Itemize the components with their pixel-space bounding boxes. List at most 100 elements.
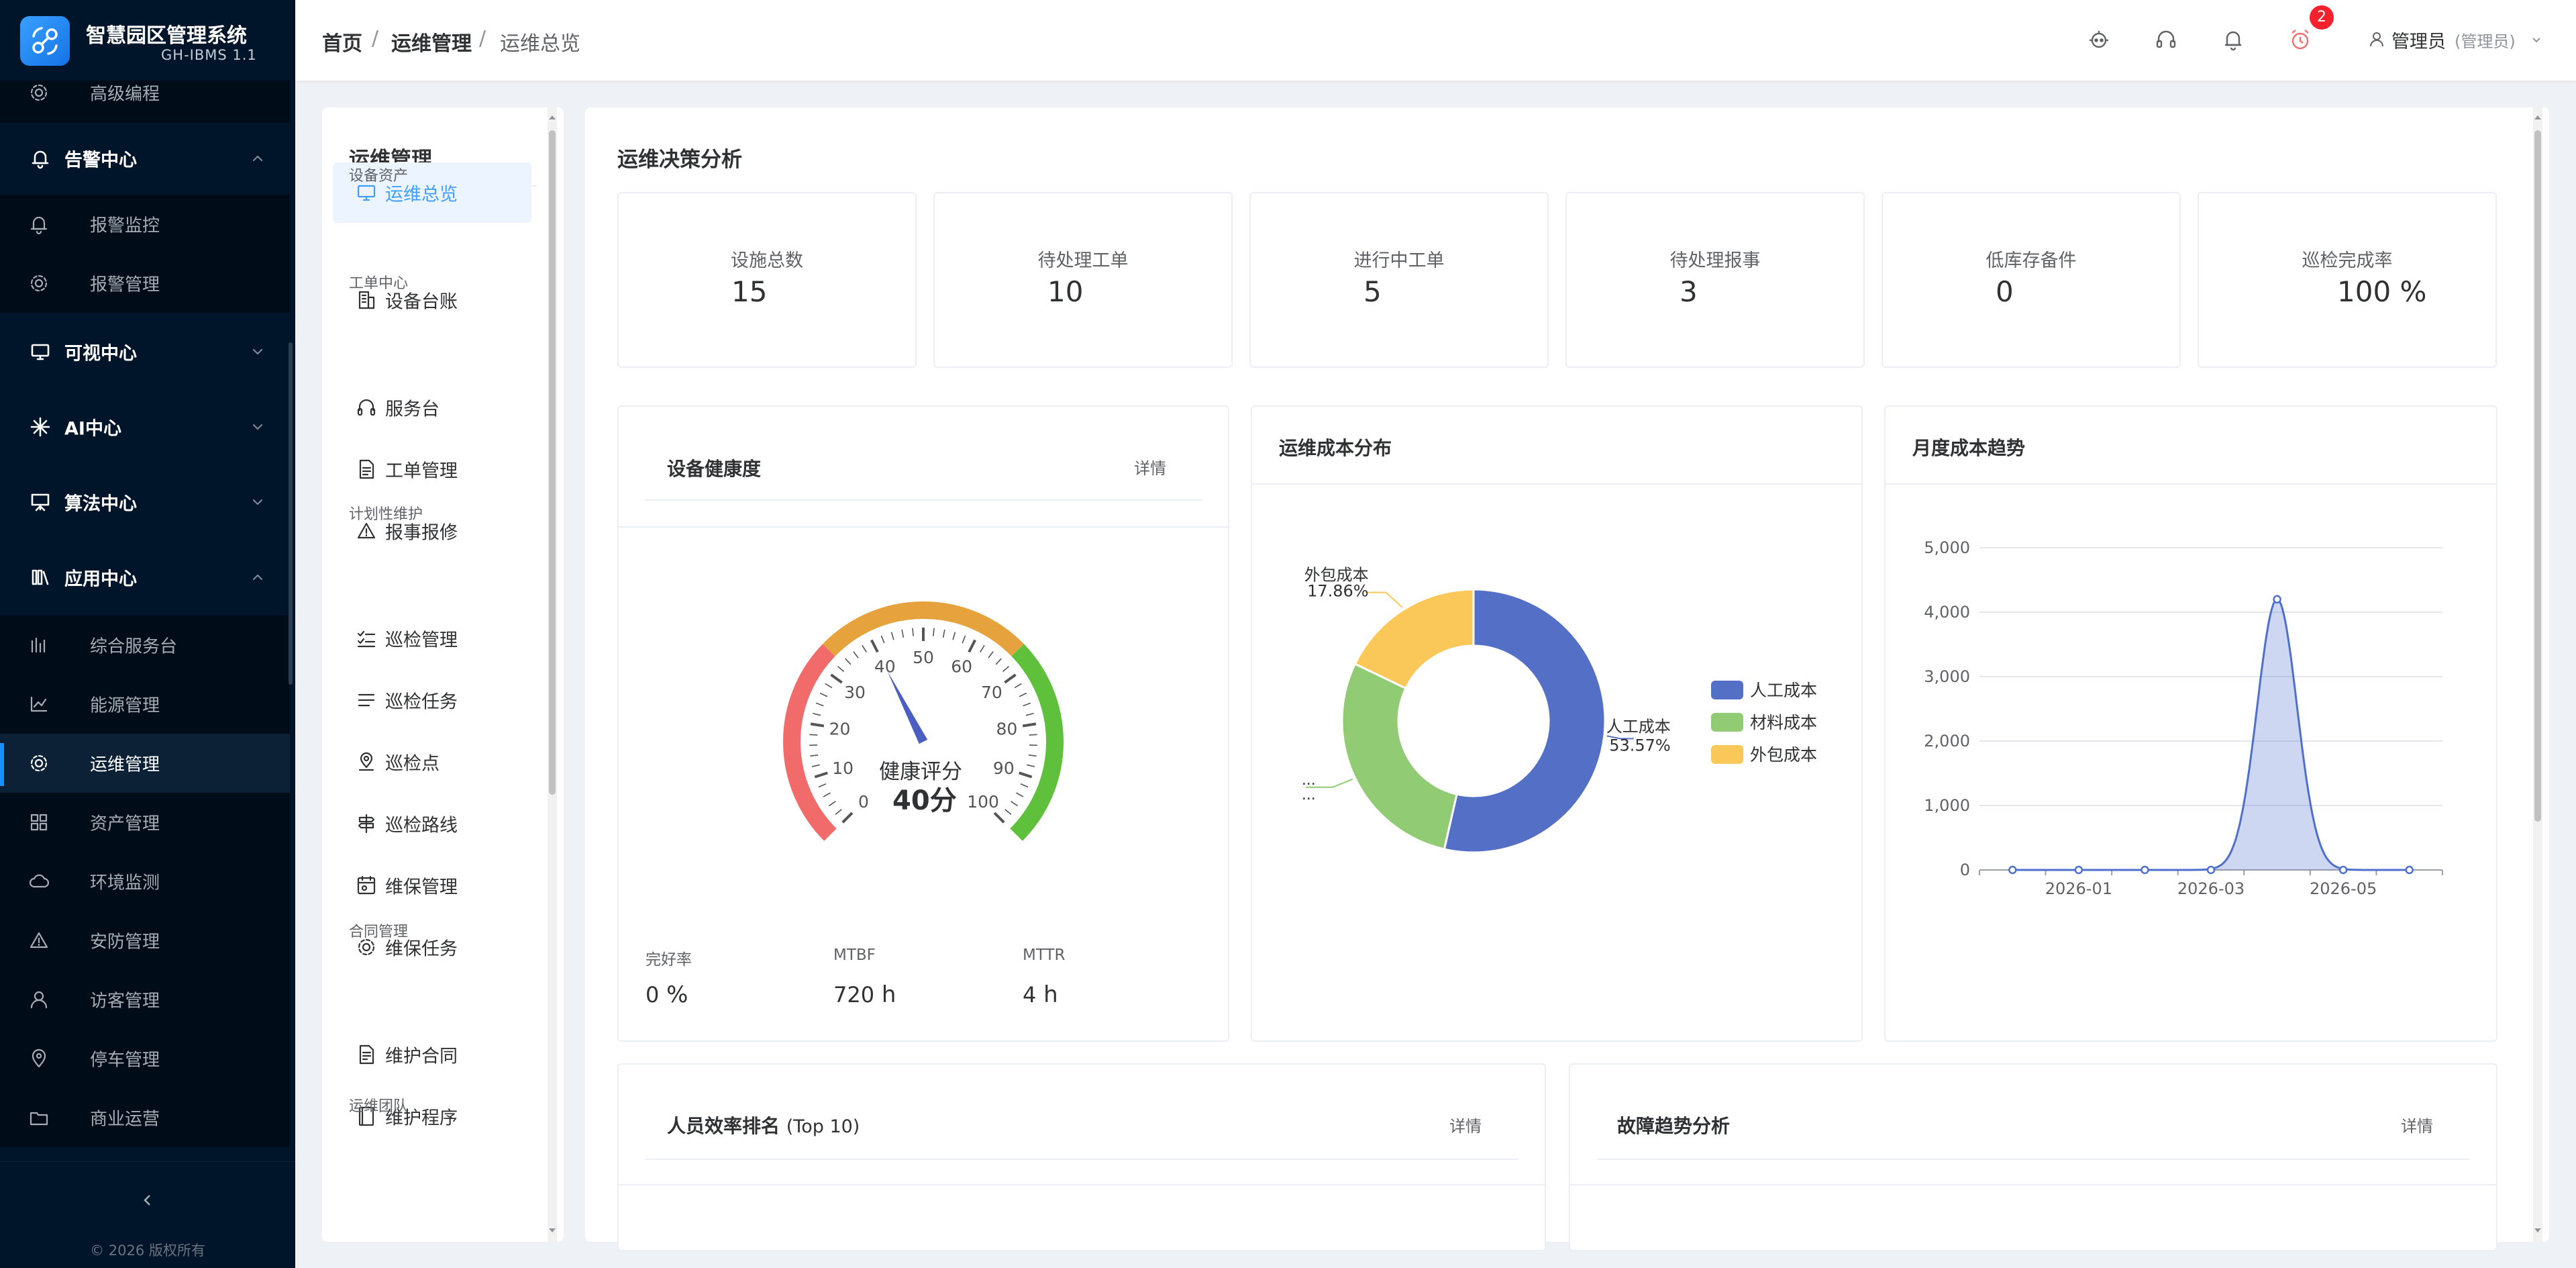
main-scrollbar[interactable] [2533, 107, 2542, 1242]
sidebar-header: 智慧园区管理系统 GH-IBMS 1.1 [0, 0, 295, 81]
donut-slice[interactable] [1353, 588, 1475, 690]
fault-detail-link[interactable]: 详情 [2401, 1113, 2433, 1136]
data-point[interactable] [2405, 865, 2414, 875]
active-indicator [0, 743, 4, 786]
data-point[interactable] [2008, 865, 2017, 875]
grid-icon [30, 814, 48, 831]
sidebar-group-item-1[interactable]: 告警中心 [0, 129, 290, 188]
legend-swatch[interactable] [1711, 681, 1743, 699]
chevron-down-icon [2532, 38, 2540, 43]
y-tick-label: 4,000 [1924, 603, 1970, 622]
ops-menu-item-label: 巡检路线 [385, 815, 458, 836]
scroll-up-arrow[interactable] [2532, 111, 2544, 124]
sidebar-item-item-13[interactable]: 安防管理 [0, 911, 290, 970]
gauge-tick [1029, 734, 1037, 736]
breadcrumb-home[interactable]: 首页 [322, 27, 362, 56]
ops-menu-item-3-0[interactable]: 巡检管理 [322, 608, 537, 669]
warning-icon [30, 932, 48, 948]
sidebar-group-item-5[interactable]: AI中心 [0, 397, 290, 456]
legend-swatch[interactable] [1711, 745, 1743, 764]
gauge-tick [1023, 702, 1031, 707]
sidebar-scrollbar[interactable] [289, 342, 293, 685]
ops-menu-item-3-3[interactable]: 巡检路线 [322, 793, 537, 854]
robot-icon[interactable] [2087, 28, 2111, 52]
y-tick-label: 5,000 [1924, 538, 1970, 557]
ops-menu-item-3-2[interactable]: 巡检点 [322, 732, 537, 792]
card-divider [1886, 483, 2496, 485]
kpi-card: 待处理工单 10 [933, 192, 1233, 368]
y-tick-label: 2,000 [1924, 732, 1970, 750]
gauge-tick-label: 80 [996, 719, 1018, 738]
breadcrumb-ops[interactable]: 运维管理 [391, 27, 472, 56]
data-point[interactable] [2074, 865, 2083, 875]
data-point[interactable] [2141, 865, 2149, 875]
chevron-up-icon [252, 155, 263, 162]
sidebar-item-label: 安防管理 [90, 932, 160, 953]
data-point[interactable] [2206, 865, 2216, 875]
ops-menu-item-3-1[interactable]: 巡检任务 [322, 670, 537, 730]
kpi-value: 0 [1996, 275, 2014, 308]
sidebar-item-label: AI中心 [64, 418, 121, 440]
sidebar-item-item-15[interactable]: 停车管理 [0, 1029, 290, 1088]
sidebar-item-item-14[interactable]: 访客管理 [0, 970, 290, 1029]
chevron-down-icon [252, 424, 263, 430]
legend-swatch[interactable] [1711, 713, 1743, 732]
bell-icon[interactable] [2221, 28, 2245, 52]
headset-icon[interactable] [2154, 28, 2178, 52]
fault-trend-title: 故障趋势分析 [1617, 1115, 1731, 1137]
gauge-tick [1014, 683, 1022, 689]
scrollbar-thumb[interactable] [549, 130, 556, 795]
map-pin-icon [358, 752, 374, 771]
chevron-up-icon [252, 574, 263, 581]
ranking-detail-link[interactable]: 详情 [1449, 1113, 1482, 1136]
ops-menu-item-2-0[interactable]: 服务台 [322, 377, 537, 438]
donut-slice[interactable] [1341, 662, 1458, 850]
health-detail-link[interactable]: 详情 [1134, 455, 1166, 479]
gauge-tick-label: 20 [829, 719, 851, 738]
ranking-title: 人员效率排名 (Top 10) [667, 1115, 860, 1137]
kpi-value: 100 % [2337, 275, 2427, 308]
app-title: 智慧园区管理系统 [86, 24, 247, 48]
collapse-sidebar-button[interactable] [138, 1190, 158, 1210]
sidebar-group-item-4[interactable]: 可视中心 [0, 322, 290, 381]
gauge-tick [1022, 722, 1037, 728]
ops-menu-item-4-0[interactable]: 维护合同 [322, 1024, 537, 1085]
gauge-tick-label: 50 [913, 648, 934, 667]
sidebar-item-label: 停车管理 [90, 1050, 160, 1071]
legend-label[interactable]: 材料成本 [1750, 713, 1817, 732]
sidebar-group-item-7[interactable]: 应用中心 [0, 548, 290, 607]
alarm-clock-icon[interactable] [2288, 28, 2312, 52]
legend-label[interactable]: 外包成本 [1750, 745, 1817, 765]
legend-label[interactable]: 人工成本 [1750, 681, 1817, 700]
user-menu[interactable]: 管理员 (管理员) [2367, 26, 2542, 55]
gauge-tick [1025, 712, 1034, 716]
slice-value-label: 17.86% [1307, 582, 1369, 601]
sidebar-item-item-16[interactable]: 商业运营 [0, 1088, 290, 1147]
bell-icon [30, 216, 48, 235]
scroll-down-arrow[interactable] [2532, 1224, 2544, 1236]
scroll-down-arrow[interactable] [546, 1224, 558, 1236]
data-point[interactable] [2338, 865, 2348, 875]
sidebar-item-item-2[interactable]: 报警监控 [0, 195, 290, 254]
cloud-icon [29, 874, 50, 888]
sidebar-item-item-12[interactable]: 环境监测 [0, 852, 290, 911]
data-point[interactable] [2273, 595, 2281, 604]
sidebar-item-item-11[interactable]: 资产管理 [0, 793, 290, 852]
ops-menu-scrollbar[interactable] [548, 107, 557, 1242]
ops-menu-item-3-4[interactable]: 维保管理 [322, 855, 537, 916]
gauge-tick [853, 651, 859, 659]
sidebar-item-item-10[interactable]: 运维管理 [0, 734, 290, 793]
sidebar-item-item-9[interactable]: 能源管理 [0, 675, 290, 734]
menu-category-2: 工单中心 [349, 275, 409, 292]
gauge-tick [828, 801, 836, 807]
scroll-up-arrow[interactable] [546, 111, 558, 124]
kpi-label: 待处理工单 [1037, 250, 1129, 271]
ops-menu-item-2-1[interactable]: 工单管理 [322, 439, 537, 499]
sidebar-group-item-6[interactable]: 算法中心 [0, 473, 290, 532]
gauge-tick [890, 632, 894, 640]
scrollbar-thumb[interactable] [2534, 130, 2541, 822]
sidebar-item-item-3[interactable]: 报警管理 [0, 254, 290, 313]
health-title: 设备健康度 [667, 458, 762, 480]
gauge-tick [841, 812, 854, 824]
sidebar-item-item-8[interactable]: 综合服务台 [0, 616, 290, 675]
